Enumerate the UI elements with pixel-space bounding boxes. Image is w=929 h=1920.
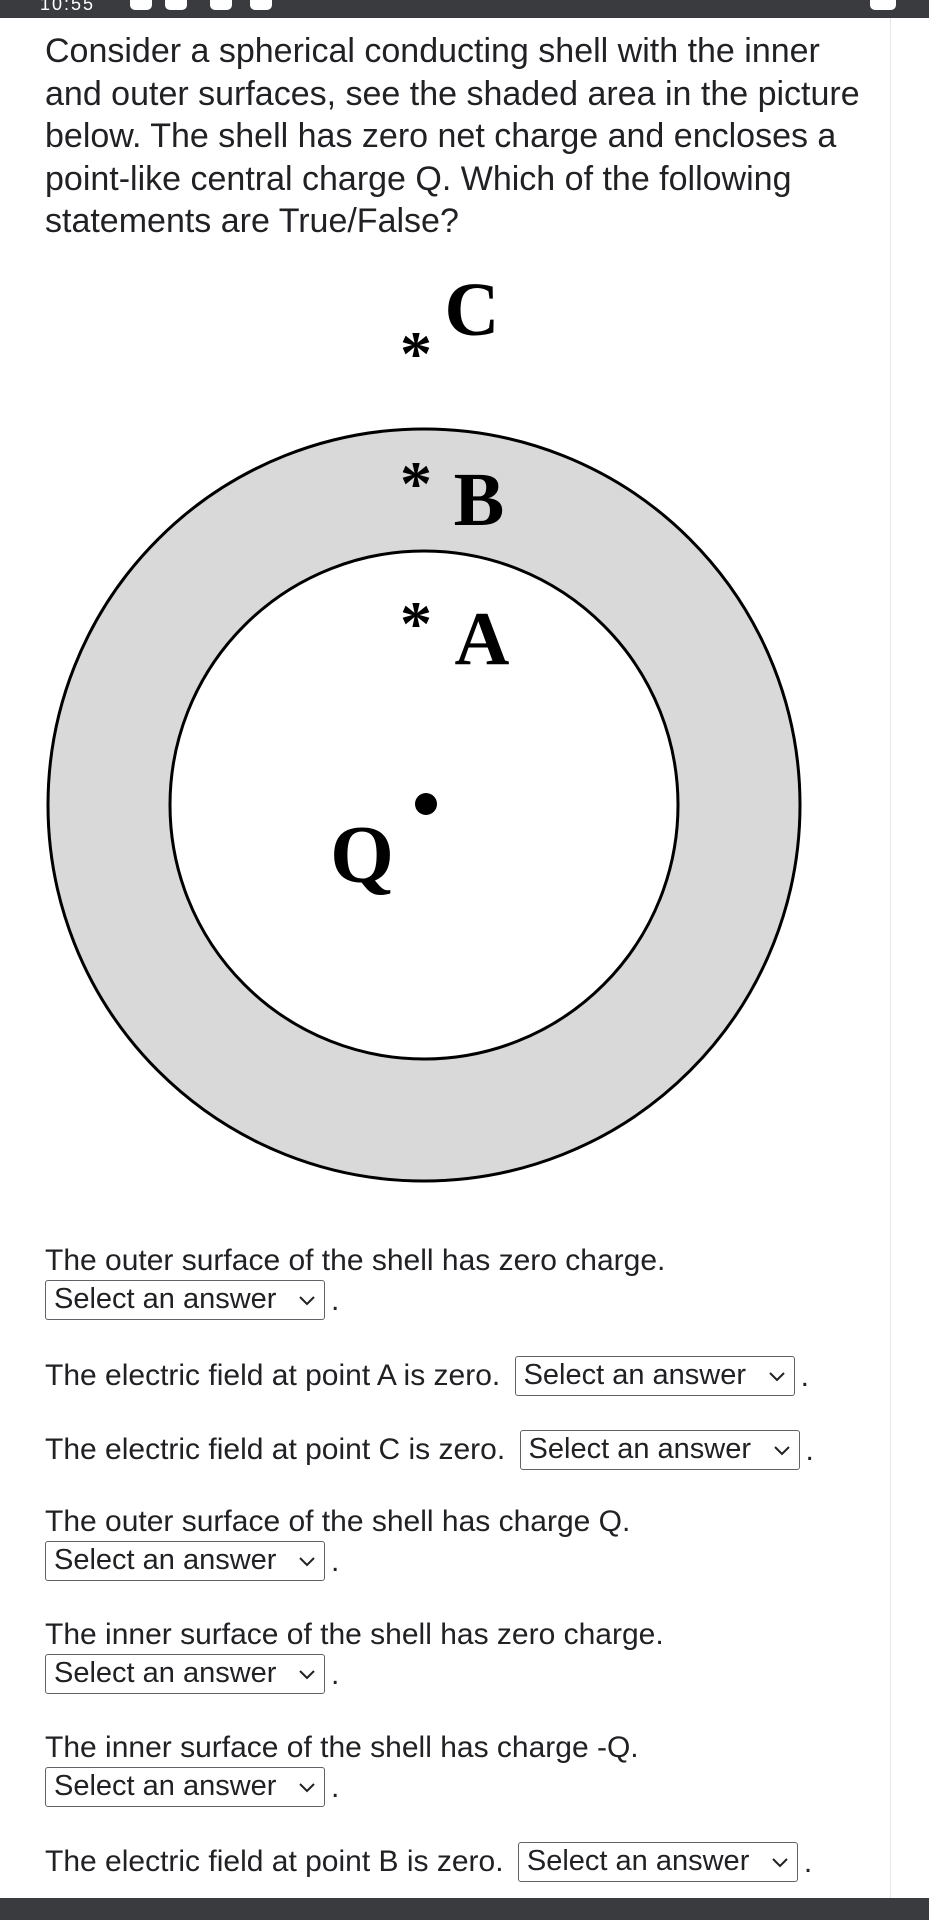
battery-icon [870, 0, 896, 10]
marker-b: * [400, 448, 432, 519]
label-q: Q [330, 809, 394, 900]
statement-1: The outer surface of the shell has zero … [45, 1242, 666, 1321]
notification-icon [165, 0, 187, 10]
status-time: 10:55 [40, 0, 96, 14]
label-a: A [455, 597, 510, 681]
statement-text: The outer surface of the shell has zero … [45, 1244, 666, 1277]
chevron-down-icon [299, 1296, 315, 1306]
select-value: Select an answer [528, 1433, 752, 1466]
chevron-down-icon [768, 1372, 785, 1382]
statement-text: The inner surface of the shell has zero … [45, 1618, 664, 1651]
select-value: Select an answer [54, 1544, 277, 1577]
answer-select-5[interactable]: Select an answer [45, 1654, 325, 1695]
statement-4: The outer surface of the shell has charg… [45, 1503, 631, 1582]
period: . [805, 1434, 814, 1468]
notification-icon [250, 0, 272, 10]
answer-select-2[interactable]: Select an answer [514, 1356, 795, 1397]
statement-text: The outer surface of the shell has charg… [45, 1505, 631, 1538]
label-b: B [454, 458, 505, 542]
marker-a: * [400, 588, 432, 659]
chevron-down-icon [772, 1858, 788, 1868]
statement-text: The electric field at point C is zero. [45, 1433, 506, 1467]
select-value: Select an answer [54, 1770, 277, 1803]
marker-c: * [400, 318, 432, 389]
statement-2: The electric field at point A is zero. S… [45, 1356, 809, 1397]
statement-3: The electric field at point C is zero. S… [45, 1430, 814, 1471]
scroll-track [890, 18, 891, 1898]
select-value: Select an answer [54, 1657, 277, 1690]
central-charge-dot [415, 793, 437, 815]
period: . [331, 1771, 340, 1805]
select-value: Select an answer [526, 1845, 750, 1878]
answer-select-4[interactable]: Select an answer [45, 1541, 325, 1582]
chevron-down-icon [299, 1557, 315, 1567]
answer-select-7[interactable]: Select an answer [517, 1842, 798, 1883]
answer-select-3[interactable]: Select an answer [519, 1430, 800, 1471]
chevron-down-icon [299, 1670, 315, 1680]
statement-text: The electric field at point A is zero. [45, 1359, 501, 1393]
answer-select-6[interactable]: Select an answer [45, 1767, 325, 1808]
shell-diagram: * C * B * A Q [46, 268, 802, 1183]
question-text: Consider a spherical conducting shell wi… [45, 32, 860, 240]
label-c: C [445, 268, 500, 352]
period: . [803, 1846, 813, 1880]
select-value: Select an answer [54, 1283, 277, 1316]
navigation-bar [0, 1898, 929, 1920]
chevron-down-icon [299, 1783, 315, 1793]
notification-icon [210, 0, 232, 10]
chevron-down-icon [773, 1446, 790, 1456]
period: . [331, 1284, 340, 1318]
period: . [331, 1545, 340, 1579]
answer-select-1[interactable]: Select an answer [45, 1280, 325, 1321]
statement-text: The electric field at point B is zero. [45, 1845, 504, 1879]
statement-5: The inner surface of the shell has zero … [45, 1616, 664, 1695]
statement-text: The inner surface of the shell has charg… [45, 1731, 639, 1764]
notification-icon [130, 0, 152, 10]
period: . [331, 1658, 340, 1692]
status-bar: 10:55 [0, 0, 929, 18]
statement-6: The inner surface of the shell has charg… [45, 1729, 639, 1808]
select-value: Select an answer [523, 1359, 747, 1392]
period: . [800, 1360, 809, 1394]
statement-7: The electric field at point B is zero. S… [45, 1842, 813, 1883]
